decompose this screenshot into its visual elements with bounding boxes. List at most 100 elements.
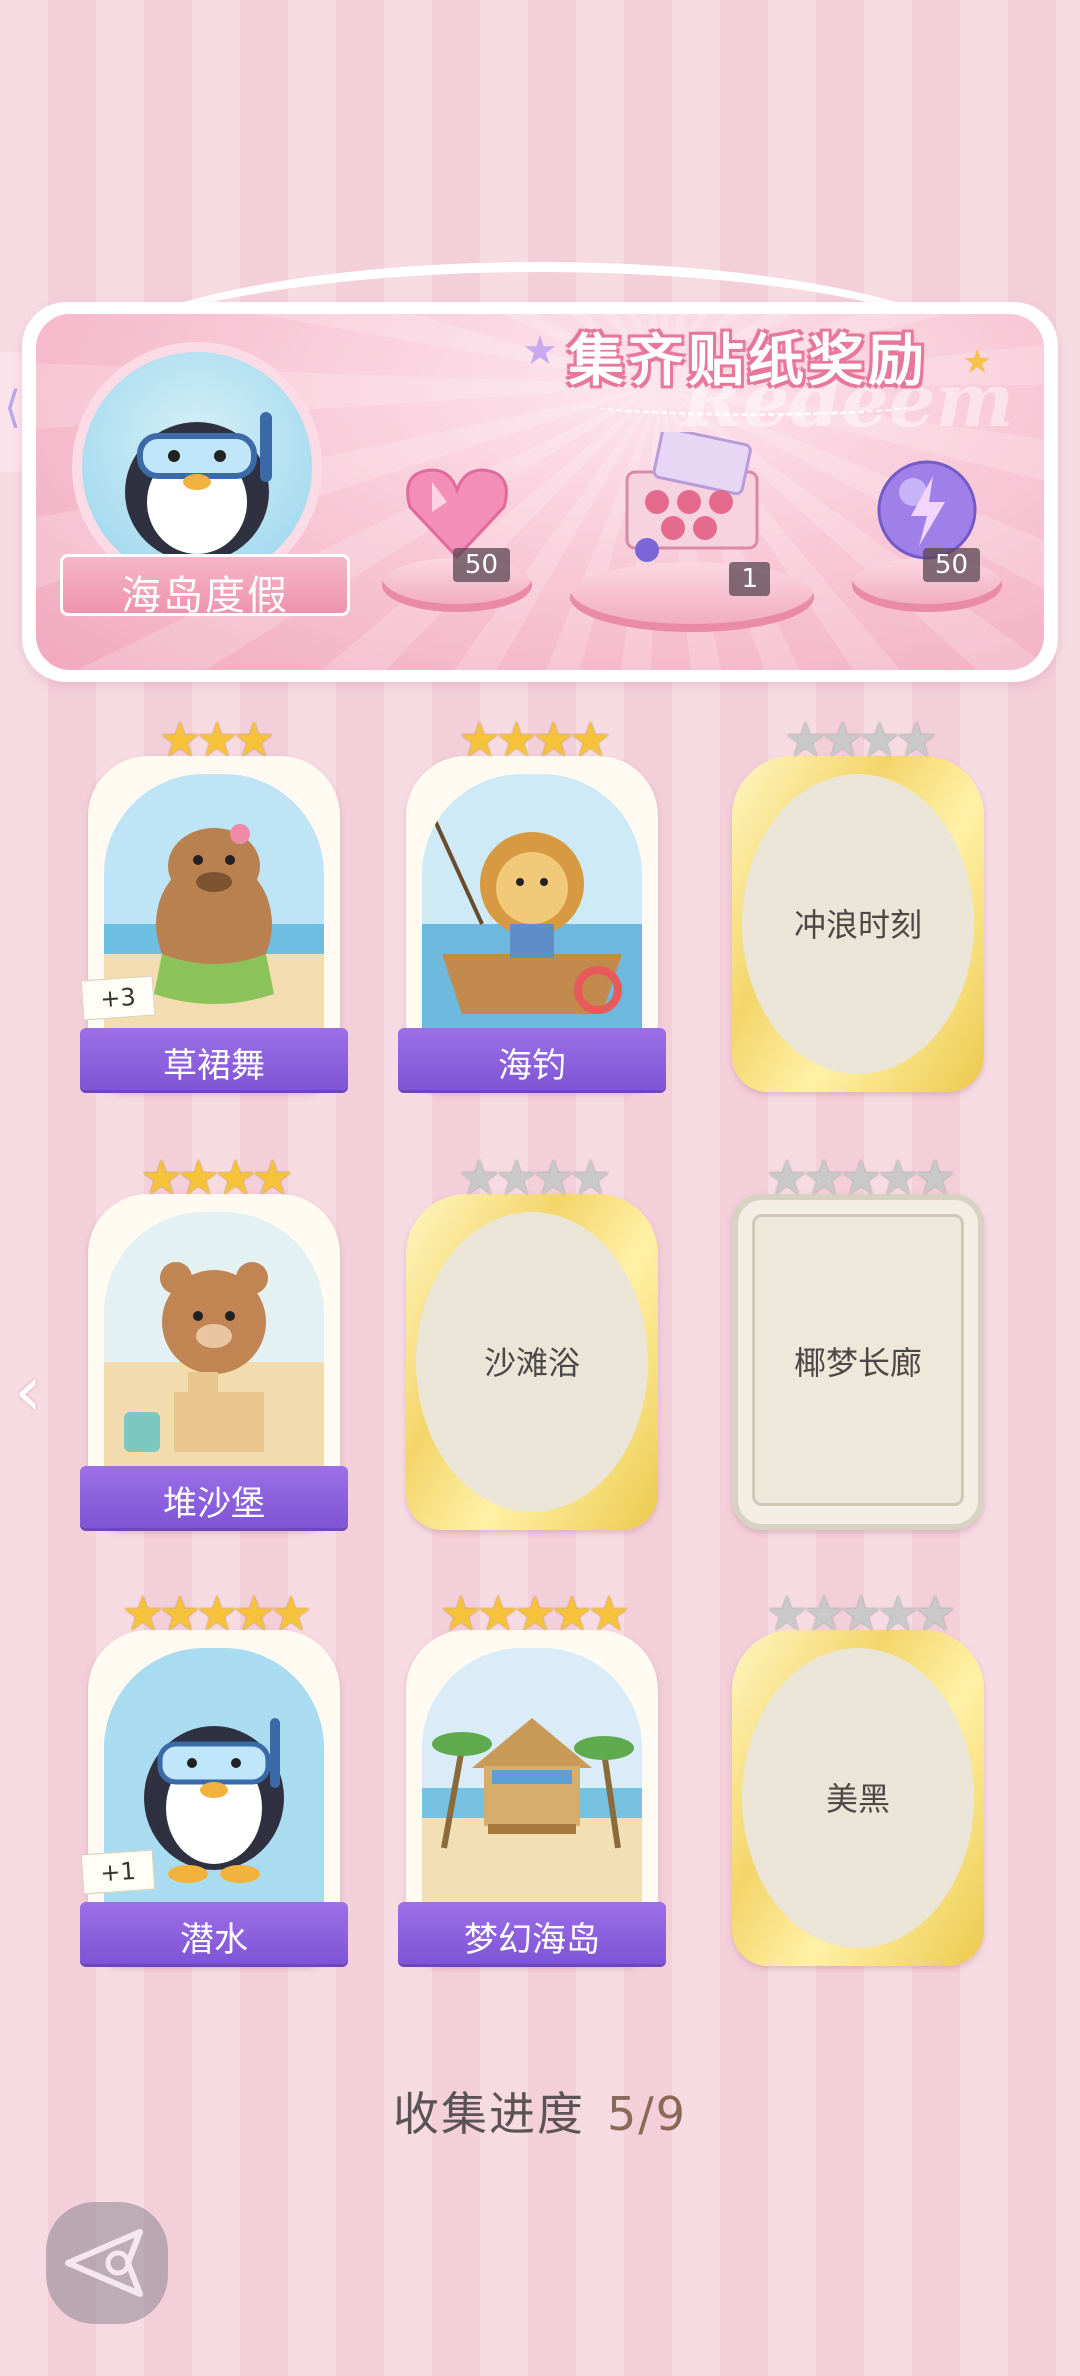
star-icon: ★ [913, 1586, 957, 1642]
card-label: 潜水 [80, 1902, 348, 1964]
sticker-pack-box-icon [617, 426, 767, 566]
card-name: 美黑 [825, 1780, 890, 1818]
star-icon: ★ [913, 1150, 957, 1206]
card-name: 堆沙堡 [163, 1484, 265, 1524]
theme-name: 海岛度假 [121, 573, 289, 619]
card-name: 椰梦长廊 [793, 1344, 922, 1382]
beach-hut-island-icon [422, 1648, 642, 1918]
star-icon: ★ [494, 1150, 538, 1206]
star-icon: ★ [587, 1586, 631, 1642]
star-rating: ★★★★ [406, 1154, 658, 1202]
star-icon: ★ [232, 1586, 276, 1642]
sticker-card[interactable]: 美黑 ★★★★★ [732, 1590, 984, 1968]
star-icon: ★ [457, 712, 501, 768]
card-name: 草裙舞 [163, 1046, 265, 1086]
star-rating: ★★★★ [88, 1154, 340, 1202]
card-label: 梦幻海岛 [398, 1902, 666, 1964]
theme-badge[interactable]: 海岛度假 [60, 342, 350, 619]
star-icon: ★ [522, 328, 558, 374]
star-icon: ★ [569, 1150, 612, 1206]
star-icon: ★ [839, 1586, 882, 1642]
duplicate-count-badge: +3 [80, 975, 156, 1021]
star-icon: ★ [532, 1150, 575, 1206]
sticker-card[interactable]: 沙滩浴 ★★★★ [406, 1154, 658, 1532]
sticker-card[interactable]: 椰梦长廊 ★★★★★ [732, 1154, 984, 1532]
sticker-card[interactable]: 梦幻海岛 ★★★★★ [398, 1590, 666, 1968]
card-name: 海钓 [498, 1046, 566, 1086]
prev-page-arrow[interactable]: ‹ [14, 1350, 42, 1432]
star-icon: ★ [962, 342, 993, 382]
star-icon: ★ [802, 1150, 845, 1206]
star-icon: ★ [158, 1586, 201, 1642]
reward-qty: 50 [922, 548, 980, 582]
star-icon: ★ [158, 712, 201, 768]
reward-banner: Redeem ★ 集齐贴纸奖励 ★ 海岛度假 50 1 50 [22, 262, 1058, 682]
sticker-card[interactable]: 草裙舞 +3 ★★★ [80, 716, 348, 1094]
card-name: 冲浪时刻 [793, 906, 922, 944]
sticker-card[interactable]: 海钓 ★★★★ [398, 716, 666, 1094]
star-icon: ★ [876, 1150, 920, 1206]
sticker-card[interactable]: 冲浪时刻 ★★★★ [732, 716, 984, 1094]
star-icon: ★ [214, 1150, 257, 1206]
star-icon: ★ [895, 712, 938, 768]
reward-qty: 50 [452, 548, 510, 582]
star-icon: ★ [439, 1586, 482, 1642]
card-name: 梦幻海岛 [464, 1920, 600, 1960]
star-icon: ★ [765, 1586, 808, 1642]
card-name: 潜水 [180, 1920, 248, 1960]
star-icon: ★ [195, 712, 238, 768]
theme-ribbon: 海岛度假 [60, 554, 350, 619]
reward-gems[interactable]: 50 [382, 452, 532, 612]
progress-value: 5/9 [606, 2087, 688, 2141]
star-icon: ★ [513, 1586, 556, 1642]
star-icon: ★ [876, 1586, 920, 1642]
star-icon: ★ [121, 1586, 164, 1642]
star-icon: ★ [176, 1150, 220, 1206]
star-icon: ★ [139, 1150, 183, 1206]
duplicate-count-badge: +1 [80, 1849, 156, 1895]
reward-qty: 1 [729, 562, 770, 596]
star-rating: ★★★★ [406, 716, 658, 764]
star-icon: ★ [457, 1150, 501, 1206]
lion-fishing-boat-icon [422, 774, 642, 1044]
sticker-card[interactable]: 潜水 +1 ★★★★★ [80, 1590, 348, 1968]
star-rating: ★★★ [88, 716, 340, 764]
title-underline [582, 390, 922, 416]
card-label: 堆沙堡 [80, 1466, 348, 1528]
star-rating: ★★★★★ [88, 1590, 340, 1638]
star-icon: ★ [802, 1586, 845, 1642]
star-icon: ★ [765, 1150, 808, 1206]
reward-sticker-pack[interactable]: 1 [570, 426, 814, 632]
star-icon: ★ [232, 712, 276, 768]
star-icon: ★ [532, 712, 575, 768]
back-button[interactable] [46, 2202, 168, 2324]
star-icon: ★ [195, 1586, 238, 1642]
star-rating: ★★★★★ [732, 1154, 984, 1202]
star-icon: ★ [783, 712, 827, 768]
banner-title-group: ★ 集齐贴纸奖励 ★ [522, 302, 992, 416]
card-label: 草裙舞 [80, 1028, 348, 1090]
bear-sandcastle-icon [104, 1212, 324, 1482]
star-icon: ★ [569, 712, 612, 768]
star-icon: ★ [476, 1586, 519, 1642]
sticker-card[interactable]: 堆沙堡 ★★★★ [80, 1154, 348, 1532]
card-label: 海钓 [398, 1028, 666, 1090]
decor-icon: ⟨ [4, 382, 22, 433]
star-icon: ★ [858, 712, 901, 768]
banner-title: 集齐贴纸奖励 [568, 329, 928, 394]
star-icon: ★ [820, 712, 864, 768]
star-rating: ★★★★★ [406, 1590, 658, 1638]
back-icon [65, 2229, 143, 2297]
collection-progress: 收集进度 5/9 [0, 2078, 1080, 2144]
card-name: 沙滩浴 [483, 1344, 580, 1382]
progress-label: 收集进度 [392, 2087, 585, 2141]
star-icon: ★ [269, 1586, 313, 1642]
star-icon: ★ [494, 712, 538, 768]
reward-energy-orb[interactable]: 50 [852, 452, 1002, 612]
star-rating: ★★★★ [732, 716, 984, 764]
star-icon: ★ [839, 1150, 882, 1206]
star-rating: ★★★★★ [732, 1590, 984, 1638]
star-icon: ★ [550, 1586, 594, 1642]
pedestal [570, 562, 814, 632]
star-icon: ★ [251, 1150, 294, 1206]
